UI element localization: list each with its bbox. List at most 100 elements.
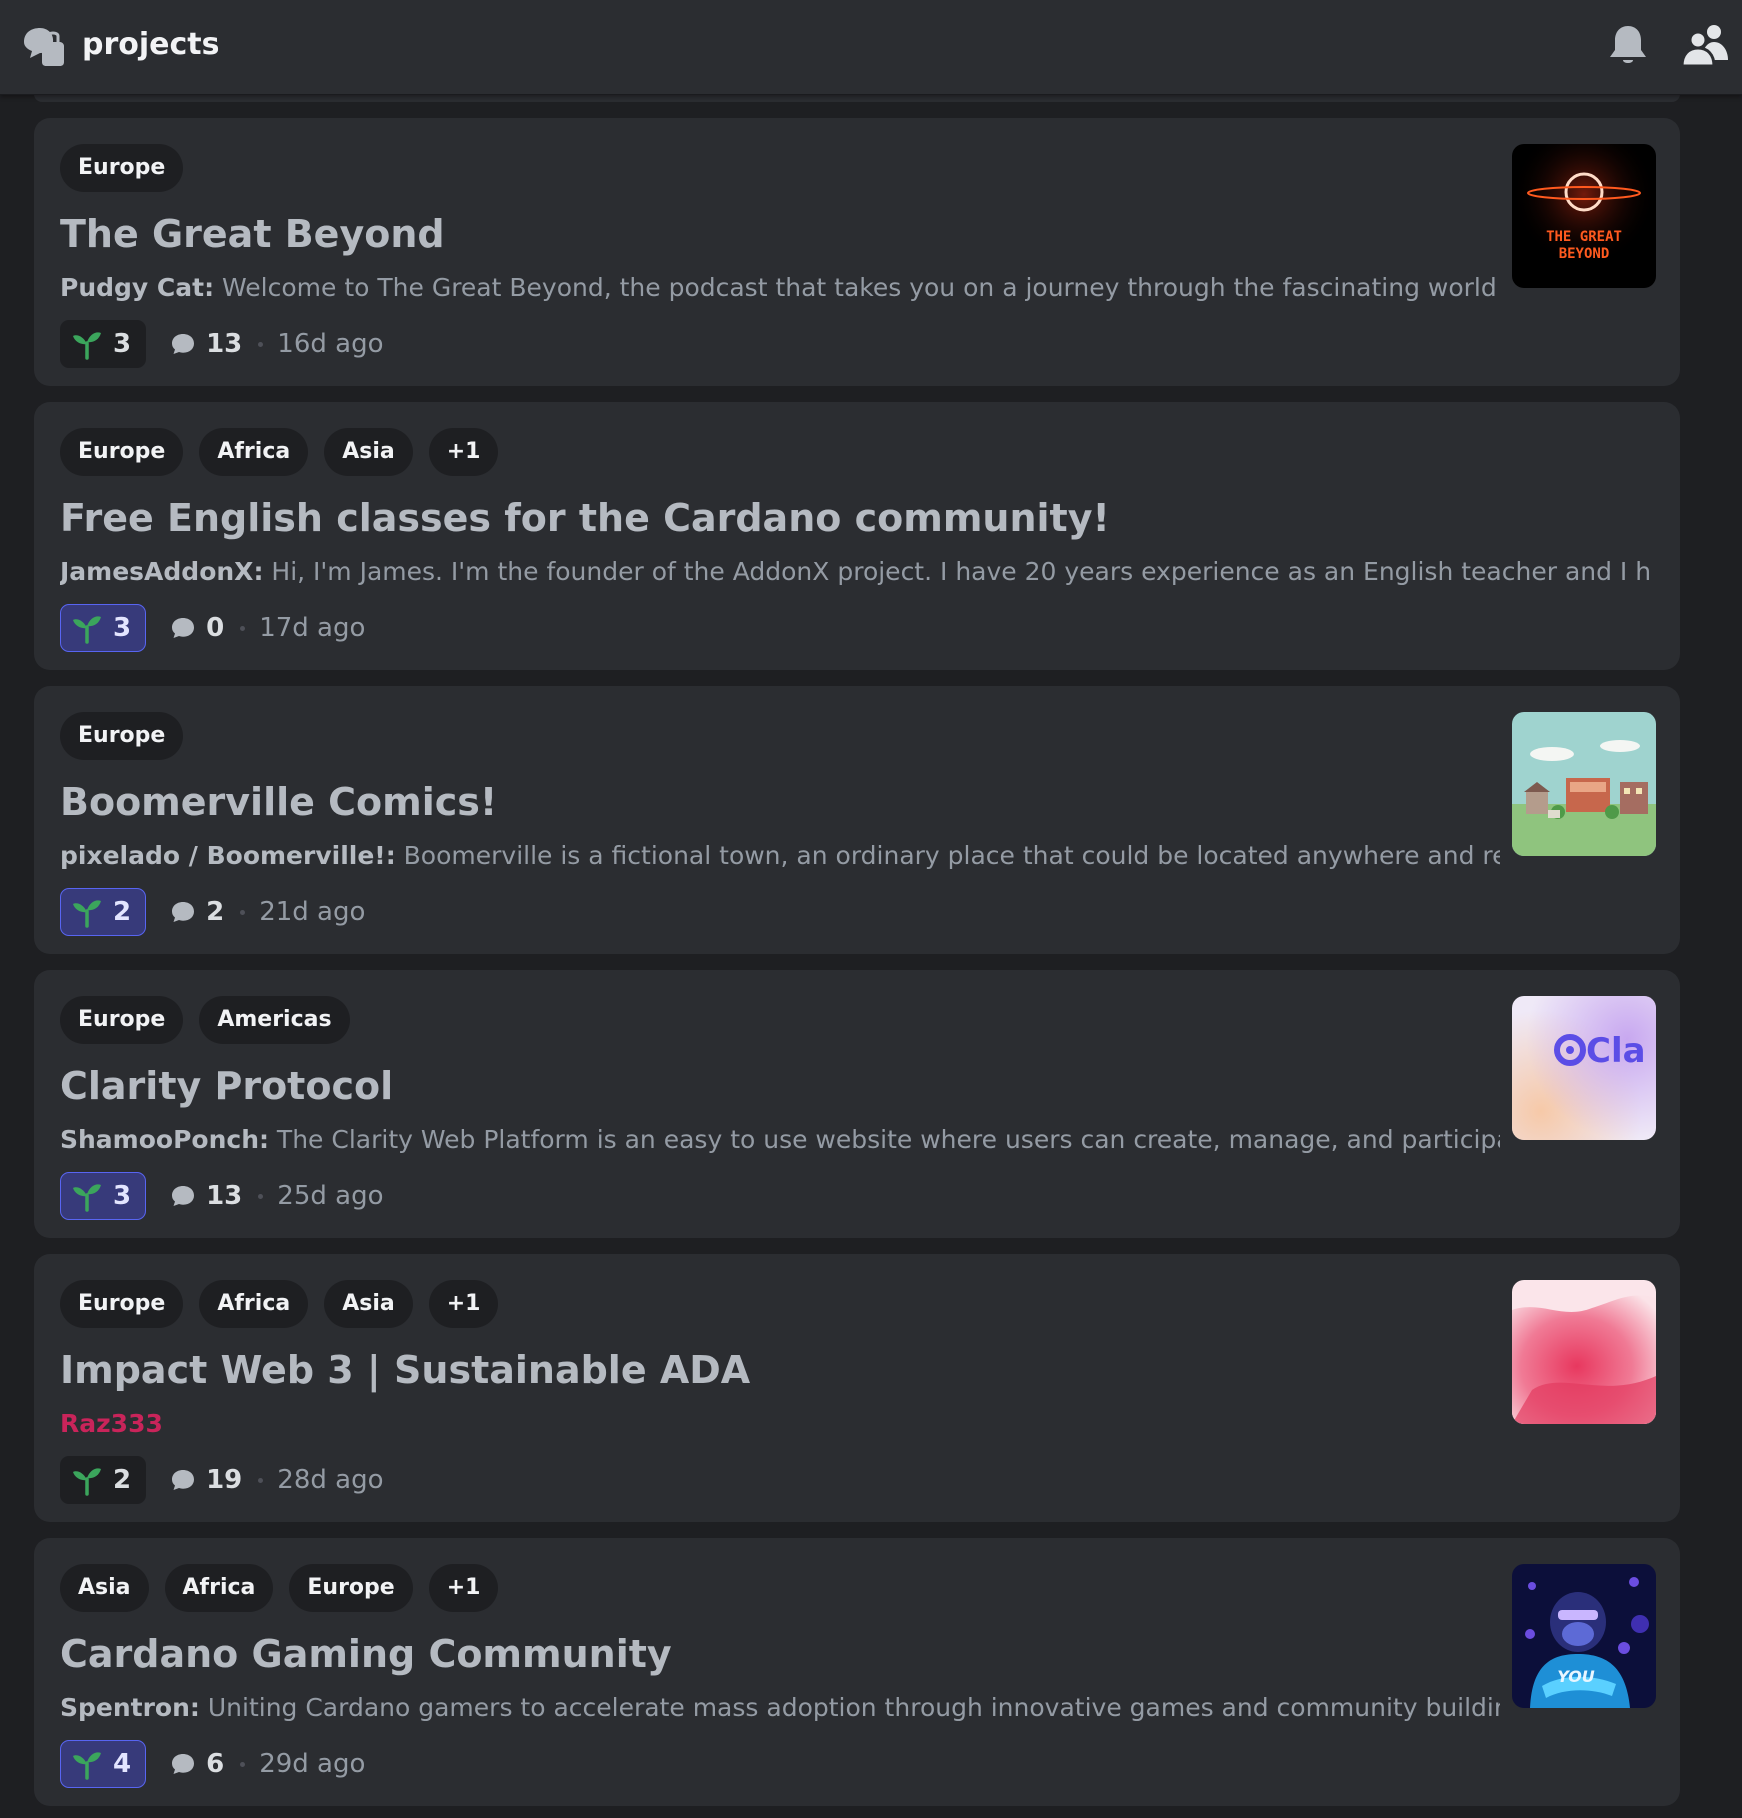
tag[interactable]: Africa (199, 428, 309, 476)
tag[interactable]: Asia (324, 1280, 413, 1328)
tag[interactable]: Europe (289, 1564, 413, 1612)
forum-channel-icon (24, 28, 64, 66)
post-age: 28d ago (277, 1465, 384, 1495)
post-card[interactable]: Europe Africa Asia +1 Impact Web 3 | Sus… (34, 1254, 1680, 1522)
boomerville-town-illustration (1512, 712, 1656, 856)
post-preview: Pudgy Cat: Welcome to The Great Beyond, … (60, 270, 1500, 306)
speech-bubble-icon (172, 334, 195, 354)
tag[interactable]: Europe (60, 712, 184, 760)
sprout-icon (73, 332, 101, 360)
previous-post-edge (34, 94, 1680, 102)
gorilla-gamer-avatar: YOU (1512, 1564, 1656, 1708)
tag[interactable]: Africa (199, 1280, 309, 1328)
post-age: 16d ago (277, 329, 384, 359)
separator-dot (258, 341, 264, 347)
tag[interactable]: Africa (164, 1564, 274, 1612)
post-stats: 4 6 29d ago (60, 1740, 365, 1788)
more-tags-badge[interactable]: +1 (428, 1564, 499, 1612)
post-title[interactable]: Cardano Gaming Community (60, 1628, 672, 1680)
post-title[interactable]: Clarity Protocol (60, 1060, 393, 1112)
tag[interactable]: Europe (60, 428, 184, 476)
post-card[interactable]: Europe Americas Clarity Protocol ShamooP… (34, 970, 1680, 1238)
post-thumbnail[interactable] (1512, 712, 1656, 856)
comment-count: 13 (170, 1181, 242, 1211)
post-stats: 2 19 28d ago (60, 1456, 383, 1504)
sprout-icon (73, 1468, 101, 1496)
sprout-reaction-button[interactable]: 3 (60, 1172, 147, 1220)
post-description: Uniting Cardano gamers to accelerate mas… (199, 1693, 1500, 1722)
sprout-reaction-button[interactable]: 3 (60, 320, 147, 368)
post-stats: 2 2 21d ago (60, 888, 365, 936)
post-title[interactable]: The Great Beyond (60, 208, 445, 260)
tag[interactable]: Europe (60, 996, 184, 1044)
sprout-reaction-button[interactable]: 2 (60, 888, 147, 936)
post-preview: JamesAddonX: Hi, I'm James. I'm the foun… (60, 554, 1650, 590)
post-thumbnail[interactable] (1512, 1280, 1656, 1424)
sprout-icon (73, 900, 101, 928)
pink-watercolor (1512, 1280, 1656, 1424)
channel-title: projects (82, 27, 220, 62)
post-author: Spentron: (60, 1693, 200, 1722)
more-tags-badge[interactable]: +1 (428, 1280, 499, 1328)
post-title[interactable]: Impact Web 3 | Sustainable ADA (60, 1344, 750, 1396)
tag[interactable]: Americas (199, 996, 350, 1044)
notification-bell-button[interactable] (1602, 20, 1654, 72)
post-thumbnail[interactable]: THE GREAT BEYOND (1512, 144, 1656, 288)
speech-bubble-icon (172, 618, 195, 638)
tag[interactable]: Europe (60, 144, 184, 192)
avatar-text: YOU (1557, 1667, 1595, 1686)
tag[interactable]: Asia (60, 1564, 149, 1612)
the-great-beyond-logo: THE GREAT BEYOND (1512, 144, 1656, 288)
channel-header: projects (0, 0, 1742, 95)
post-description: The Clarity Web Platform is an easy to u… (268, 1125, 1500, 1154)
sprout-reaction-button[interactable]: 3 (60, 604, 147, 652)
post-tags: Europe Africa Asia +1 (60, 428, 499, 476)
reaction-count: 2 (113, 897, 132, 927)
reaction-count: 4 (113, 1749, 132, 1779)
member-list-button[interactable] (1680, 20, 1732, 72)
post-description: Hi, I'm James. I'm the founder of the Ad… (263, 557, 1650, 586)
comment-count-value: 13 (206, 329, 243, 359)
post-card[interactable]: Europe The Great Beyond Pudgy Cat: Welco… (34, 118, 1680, 386)
reaction-count: 3 (113, 329, 132, 359)
sprout-reaction-button[interactable]: 4 (60, 1740, 147, 1788)
separator-dot (240, 909, 246, 915)
sprout-icon (73, 1184, 101, 1212)
post-tags: Asia Africa Europe +1 (60, 1564, 499, 1612)
separator-dot (258, 1193, 264, 1199)
comment-count-value: 19 (206, 1465, 243, 1495)
post-tags: Europe Africa Asia +1 (60, 1280, 499, 1328)
clarity-logo: Cla (1512, 996, 1656, 1140)
more-tags-badge[interactable]: +1 (428, 428, 499, 476)
post-description: Boomerville is a fictional town, an ordi… (395, 841, 1500, 870)
separator-dot (240, 625, 246, 631)
reaction-count: 3 (113, 613, 132, 643)
post-preview: pixelado / Boomerville!: Boomerville is … (60, 838, 1500, 874)
post-tags: Europe (60, 712, 184, 760)
post-title[interactable]: Boomerville Comics! (60, 776, 497, 828)
speech-bubble-icon (172, 1470, 195, 1490)
post-thumbnail[interactable]: Cla (1512, 996, 1656, 1140)
post-age: 21d ago (259, 897, 366, 927)
reaction-count: 2 (113, 1465, 132, 1495)
sprout-icon (73, 616, 101, 644)
post-card[interactable]: Europe Boomerville Comics! pixelado / Bo… (34, 686, 1680, 954)
post-thumbnail[interactable]: YOU (1512, 1564, 1656, 1708)
tag[interactable]: Europe (60, 1280, 184, 1328)
comment-count: 13 (170, 329, 242, 359)
sprout-icon (73, 1752, 101, 1780)
clarity-logo-text: Cla (1586, 1031, 1646, 1071)
sprout-reaction-button[interactable]: 2 (60, 1456, 147, 1504)
comment-count: 6 (170, 1749, 224, 1779)
post-stats: 3 13 25d ago (60, 1172, 383, 1220)
post-stats: 3 13 16d ago (60, 320, 383, 368)
post-card[interactable]: Asia Africa Europe +1 Cardano Gaming Com… (34, 1538, 1680, 1806)
post-card[interactable]: Europe Africa Asia +1 Free English class… (34, 402, 1680, 670)
post-author: pixelado / Boomerville!: (60, 841, 396, 870)
speech-bubble-icon (172, 902, 195, 922)
tag[interactable]: Asia (324, 428, 413, 476)
post-title[interactable]: Free English classes for the Cardano com… (60, 492, 1110, 544)
post-preview: ShamooPonch: The Clarity Web Platform is… (60, 1122, 1500, 1158)
members-icon (1680, 25, 1728, 68)
separator-dot (258, 1477, 264, 1483)
